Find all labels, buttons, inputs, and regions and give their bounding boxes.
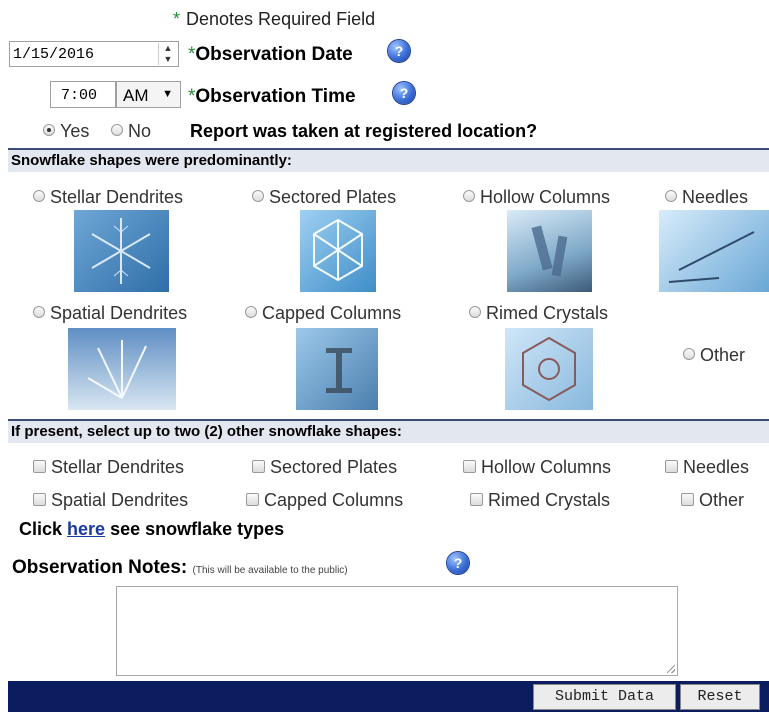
help-icon[interactable]: ? bbox=[447, 552, 469, 574]
secondary-shape-checkbox[interactable]: Spatial Dendrites bbox=[33, 490, 188, 511]
observation-notes-label: Observation Notes: (This will be availab… bbox=[12, 557, 348, 578]
sectored-plates-image bbox=[300, 210, 376, 292]
primary-shape-option[interactable]: Stellar Dendrites bbox=[33, 187, 183, 208]
primary-shape-option[interactable]: Spatial Dendrites bbox=[33, 303, 187, 324]
rimed-crystals-image bbox=[505, 328, 593, 410]
form-footer: Submit Data Reset bbox=[8, 681, 769, 712]
spatial-dendrites-image bbox=[68, 328, 176, 410]
location-no-radio[interactable]: No bbox=[111, 121, 151, 142]
secondary-shape-checkbox[interactable]: Rimed Crystals bbox=[470, 490, 610, 511]
observation-notes-textarea[interactable] bbox=[116, 586, 678, 676]
hollow-columns-image bbox=[507, 210, 592, 292]
observation-date-input[interactable]: 1/15/2016 ▲ ▼ bbox=[9, 41, 179, 67]
observation-time-input[interactable]: 7:00 bbox=[50, 81, 116, 108]
snowflake-types-link[interactable]: here bbox=[67, 519, 105, 539]
primary-shape-option[interactable]: Needles bbox=[665, 187, 748, 208]
observation-date-label: *Observation Date bbox=[188, 44, 353, 65]
primary-shape-option[interactable]: Rimed Crystals bbox=[469, 303, 608, 324]
primary-shape-option[interactable]: Hollow Columns bbox=[463, 187, 610, 208]
secondary-shape-checkbox[interactable]: Needles bbox=[665, 457, 749, 478]
radio-icon[interactable] bbox=[111, 124, 123, 137]
needles-image bbox=[659, 210, 769, 292]
secondary-shape-checkbox[interactable]: Hollow Columns bbox=[463, 457, 611, 478]
observation-time-label: *Observation Time bbox=[188, 86, 356, 107]
stellar-dendrites-image bbox=[74, 210, 169, 292]
chevron-down-icon: ▼ bbox=[162, 88, 173, 100]
required-note: * Denotes Required Field bbox=[173, 9, 376, 29]
resize-grip-icon[interactable] bbox=[667, 665, 675, 673]
primary-shape-option[interactable]: Sectored Plates bbox=[252, 187, 396, 208]
snowflake-types-hint: Click here see snowflake types bbox=[19, 519, 285, 539]
secondary-shape-checkbox[interactable]: Stellar Dendrites bbox=[33, 457, 184, 478]
primary-shape-option[interactable]: Capped Columns bbox=[245, 303, 401, 324]
capped-columns-image bbox=[296, 328, 378, 410]
secondary-shape-checkbox[interactable]: Sectored Plates bbox=[252, 457, 397, 478]
radio-icon[interactable] bbox=[43, 124, 55, 137]
ampm-select[interactable]: AM ▼ bbox=[116, 81, 181, 108]
submit-data-button[interactable]: Submit Data bbox=[533, 684, 676, 710]
help-icon[interactable]: ? bbox=[393, 82, 415, 104]
spinner-icon[interactable]: ▲ ▼ bbox=[158, 43, 177, 65]
secondary-shape-checkbox[interactable]: Capped Columns bbox=[246, 490, 403, 511]
secondary-shapes-header: If present, select up to two (2) other s… bbox=[8, 419, 769, 443]
location-question: Report was taken at registered location? bbox=[190, 121, 538, 141]
primary-shape-option[interactable]: Other bbox=[683, 345, 745, 366]
location-yes-radio[interactable]: Yes bbox=[43, 121, 89, 142]
help-icon[interactable]: ? bbox=[388, 40, 410, 62]
primary-shapes-header: Snowflake shapes were predominantly: bbox=[8, 148, 769, 172]
reset-button[interactable]: Reset bbox=[680, 684, 760, 710]
secondary-shape-checkbox[interactable]: Other bbox=[681, 490, 744, 511]
